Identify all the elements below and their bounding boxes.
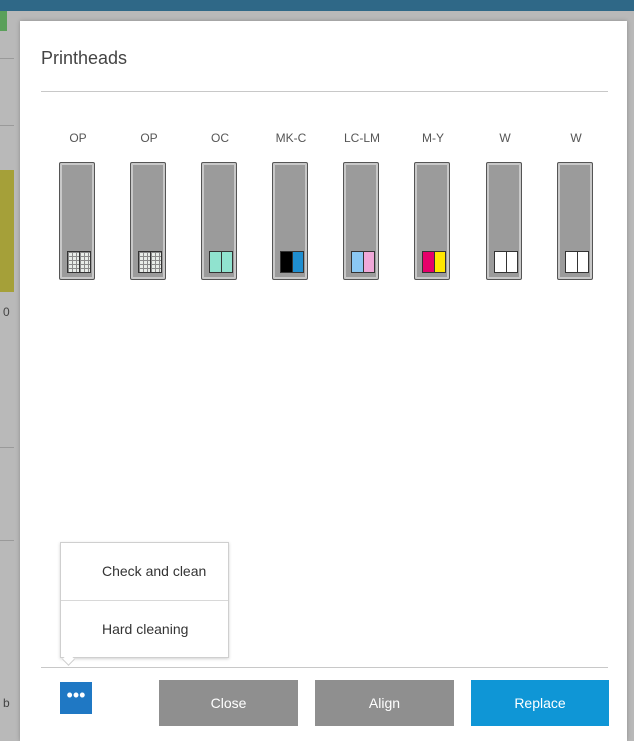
- printhead-label: MK-C: [275, 131, 307, 145]
- printhead-label: M-Y: [422, 131, 444, 145]
- printhead-body: [557, 162, 593, 280]
- ink-slot: [433, 252, 445, 272]
- more-actions-button[interactable]: •••: [60, 682, 92, 714]
- background-accent: [0, 11, 7, 31]
- background-text: 0: [3, 305, 10, 319]
- printhead-cartridge: [67, 251, 91, 273]
- printhead-cartridge: [422, 251, 446, 273]
- ink-slot: [423, 252, 434, 272]
- printhead-body: [272, 162, 308, 280]
- printhead-body: [130, 162, 166, 280]
- ink-slot: [495, 252, 506, 272]
- ink-slot: [576, 252, 588, 272]
- ink-slot: [220, 252, 232, 272]
- background-topbar: [0, 0, 634, 11]
- ink-slot: [352, 252, 363, 272]
- printhead-cartridge: [494, 251, 518, 273]
- printhead-body: [343, 162, 379, 280]
- printhead-label: OP: [140, 131, 158, 145]
- printhead-label: W: [570, 131, 582, 145]
- printhead-label: W: [499, 131, 511, 145]
- printhead-label: OC: [211, 131, 229, 145]
- dialog-title: Printheads: [41, 48, 128, 68]
- printhead-body: [486, 162, 522, 280]
- replace-button[interactable]: Replace: [471, 680, 609, 726]
- footer-divider: [41, 667, 608, 668]
- align-button[interactable]: Align: [315, 680, 454, 726]
- menu-item-hard-cleaning[interactable]: Hard cleaning: [61, 600, 228, 658]
- close-button[interactable]: Close: [159, 680, 298, 726]
- background-text: b: [3, 696, 10, 710]
- title-divider: [41, 91, 608, 92]
- printhead-body: [59, 162, 95, 280]
- printhead-body: [414, 162, 450, 280]
- printhead-label: LC-LM: [343, 131, 380, 145]
- printhead-cartridge: [138, 251, 162, 273]
- ink-slot: [291, 252, 303, 272]
- printhead-label: OP: [69, 131, 87, 145]
- menu-item-check-and-clean[interactable]: Check and clean: [61, 543, 228, 600]
- ink-slot: [281, 252, 292, 272]
- background-divider: [0, 58, 14, 59]
- ink-slot: [78, 252, 90, 272]
- ink-slot: [505, 252, 517, 272]
- ink-slot: [139, 252, 150, 272]
- ink-slot: [362, 252, 374, 272]
- more-actions-menu: Check and clean Hard cleaning: [60, 542, 229, 666]
- ink-slot: [149, 252, 161, 272]
- ink-slot: [566, 252, 577, 272]
- printheads-dialog: Printheads OP OP OC MK-C LC-LM M-Y W W C…: [20, 21, 627, 741]
- background-divider: [0, 447, 14, 448]
- background-divider: [0, 540, 14, 541]
- ink-slot: [210, 252, 221, 272]
- printhead-body: [201, 162, 237, 280]
- printhead-cartridge: [565, 251, 589, 273]
- printheads-row: OP OP OC MK-C LC-LM M-Y W W: [50, 131, 618, 281]
- printhead-cartridge: [280, 251, 304, 273]
- printhead-cartridge: [351, 251, 375, 273]
- background-divider: [0, 125, 14, 126]
- ink-slot: [68, 252, 79, 272]
- printhead-cartridge: [209, 251, 233, 273]
- background-panel: [0, 170, 14, 292]
